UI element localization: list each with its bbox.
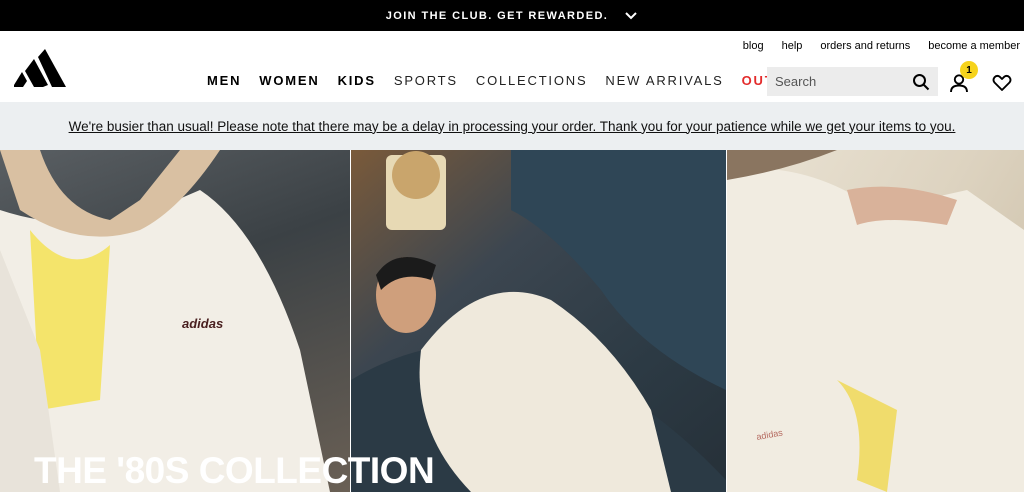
orders-returns-link[interactable]: orders and returns xyxy=(820,40,910,52)
account-badge: 1 xyxy=(960,61,978,79)
hero-image-left: adidas xyxy=(0,150,350,492)
hero-title[interactable]: THE '80S COLLECTION xyxy=(34,450,435,492)
nav-men[interactable]: MEN xyxy=(207,73,241,88)
hero-banner[interactable]: adidas adidas THE '80S COLLECTION xyxy=(0,150,1024,492)
blog-link[interactable]: blog xyxy=(743,40,764,52)
notice-text[interactable]: We're busier than usual! Please note tha… xyxy=(69,119,956,134)
nav-sports[interactable]: SPORTS xyxy=(394,73,458,88)
search-box[interactable] xyxy=(767,67,938,96)
adidas-logo[interactable] xyxy=(12,49,66,89)
site-header: blog help orders and returns become a me… xyxy=(0,31,1024,102)
chevron-down-icon[interactable] xyxy=(624,9,638,23)
nav-collections[interactable]: COLLECTIONS xyxy=(476,73,588,88)
heart-icon[interactable] xyxy=(992,74,1012,92)
hero-photo-pants: adidas xyxy=(727,150,1024,492)
hero-image-right: adidas xyxy=(727,150,1024,492)
help-link[interactable]: help xyxy=(782,40,803,52)
nav-kids[interactable]: KIDS xyxy=(338,73,376,88)
hero-image-center xyxy=(351,150,726,492)
hero-photo-jacket: adidas xyxy=(0,150,330,492)
search-input[interactable] xyxy=(775,74,912,89)
promo-text[interactable]: JOIN THE CLUB. GET REWARDED. xyxy=(386,10,609,22)
become-member-link[interactable]: become a member xyxy=(928,40,1020,52)
promo-bar[interactable]: JOIN THE CLUB. GET REWARDED. xyxy=(0,0,1024,31)
notice-banner: We're busier than usual! Please note tha… xyxy=(0,102,1024,150)
nav-women[interactable]: WOMEN xyxy=(259,73,319,88)
nav-new-arrivals[interactable]: NEW ARRIVALS xyxy=(605,73,723,88)
search-icon[interactable] xyxy=(912,73,930,91)
svg-text:adidas: adidas xyxy=(182,316,223,331)
hero-photo-reclining xyxy=(351,150,726,492)
utility-links: blog help orders and returns become a me… xyxy=(743,40,1020,52)
main-nav: MEN WOMEN KIDS SPORTS COLLECTIONS NEW AR… xyxy=(207,73,822,88)
